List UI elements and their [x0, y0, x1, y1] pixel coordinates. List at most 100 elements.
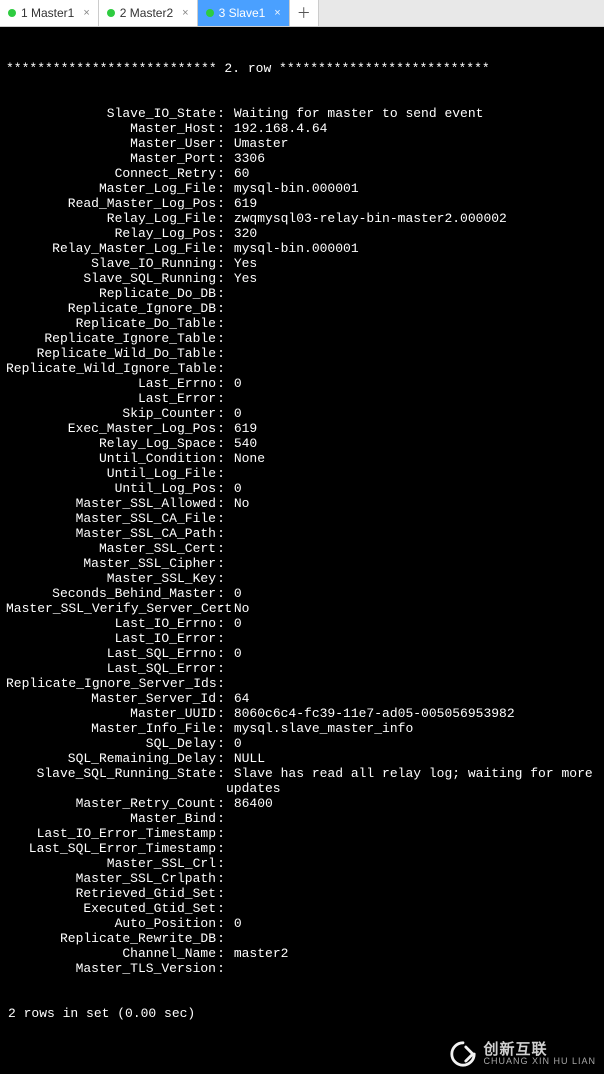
status-value — [226, 301, 598, 316]
status-value: zwqmysql03-relay-bin-master2.000002 — [226, 211, 598, 226]
status-label: Master_Info_File — [6, 721, 216, 736]
status-value: 0 — [226, 376, 598, 391]
watermark-sub: CHUANG XIN HU LIAN — [483, 1057, 596, 1066]
status-label: Master_SSL_Allowed — [6, 496, 216, 511]
status-label: Last_SQL_Errno — [6, 646, 216, 661]
colon-separator: : — [216, 856, 226, 871]
colon-separator: : — [216, 646, 226, 661]
status-label: Master_SSL_Crl — [6, 856, 216, 871]
status-value — [226, 661, 598, 676]
status-row: Master_Host: 192.168.4.64 — [6, 121, 598, 136]
colon-separator: : — [216, 961, 226, 976]
status-value: master2 — [226, 946, 598, 961]
status-value — [226, 901, 598, 916]
status-label: Master_Retry_Count — [6, 796, 216, 811]
colon-separator: : — [216, 406, 226, 421]
status-row: Replicate_Ignore_DB: — [6, 301, 598, 316]
status-dot-icon — [206, 9, 214, 17]
status-label: Seconds_Behind_Master — [6, 586, 216, 601]
colon-separator: : — [216, 526, 226, 541]
status-label: Master_Bind — [6, 811, 216, 826]
status-value — [226, 391, 598, 406]
status-label: Auto_Position — [6, 916, 216, 931]
status-label: Last_SQL_Error_Timestamp — [6, 841, 216, 856]
close-icon[interactable]: × — [274, 7, 280, 19]
new-tab-button[interactable]: ＋ — [290, 0, 319, 26]
colon-separator: : — [216, 676, 226, 691]
status-row: Read_Master_Log_Pos: 619 — [6, 196, 598, 211]
status-row: Slave_IO_State: Waiting for master to se… — [6, 106, 598, 121]
status-row: Master_Log_File: mysql-bin.000001 — [6, 181, 598, 196]
status-row: Slave_IO_Running: Yes — [6, 256, 598, 271]
watermark: 创新互联 CHUANG XIN HU LIAN — [449, 1040, 596, 1068]
status-row: Master_SSL_Verify_Server_Cert: No — [6, 601, 598, 616]
status-value — [226, 316, 598, 331]
status-value: 619 — [226, 196, 598, 211]
status-value: 0 — [226, 481, 598, 496]
status-row: Replicate_Do_DB: — [6, 286, 598, 301]
colon-separator: : — [216, 841, 226, 856]
status-row: Master_Port: 3306 — [6, 151, 598, 166]
status-label: Last_Errno — [6, 376, 216, 391]
tab-master1[interactable]: 1 Master1 × — [0, 0, 99, 26]
status-value — [226, 811, 598, 826]
colon-separator: : — [216, 751, 226, 766]
status-value — [226, 871, 598, 886]
status-value: 0 — [226, 916, 598, 931]
colon-separator: : — [216, 151, 226, 166]
status-label: Replicate_Do_DB — [6, 286, 216, 301]
status-row: Master_SSL_CA_File: — [6, 511, 598, 526]
tab-slave1[interactable]: 3 Slave1 × — [198, 0, 290, 26]
close-icon[interactable]: × — [182, 7, 188, 19]
colon-separator: : — [216, 466, 226, 481]
colon-separator: : — [216, 571, 226, 586]
status-label: Master_Server_Id — [6, 691, 216, 706]
status-value — [226, 466, 598, 481]
status-row: Until_Log_File: — [6, 466, 598, 481]
status-row: Last_IO_Errno: 0 — [6, 616, 598, 631]
status-label: Replicate_Ignore_DB — [6, 301, 216, 316]
status-row: Relay_Log_Space: 540 — [6, 436, 598, 451]
status-value: Yes — [226, 256, 598, 271]
status-label: Until_Log_File — [6, 466, 216, 481]
colon-separator: : — [216, 391, 226, 406]
close-icon[interactable]: × — [83, 7, 89, 19]
status-label: Master_Log_File — [6, 181, 216, 196]
status-value: 0 — [226, 406, 598, 421]
status-row: SQL_Remaining_Delay: NULL — [6, 751, 598, 766]
status-row: Master_User: Umaster — [6, 136, 598, 151]
colon-separator: : — [216, 826, 226, 841]
tab-master2[interactable]: 2 Master2 × — [99, 0, 198, 26]
status-row: Master_SSL_Cert: — [6, 541, 598, 556]
status-label: SQL_Delay — [6, 736, 216, 751]
status-value: 8060c6c4-fc39-11e7-ad05-005056953982 — [226, 706, 598, 721]
status-label: Executed_Gtid_Set — [6, 901, 216, 916]
status-label: Master_Port — [6, 151, 216, 166]
colon-separator: : — [216, 556, 226, 571]
status-value — [226, 526, 598, 541]
status-value: 192.168.4.64 — [226, 121, 598, 136]
status-value: 619 — [226, 421, 598, 436]
watermark-main: 创新互联 — [483, 1042, 596, 1057]
colon-separator: : — [216, 871, 226, 886]
status-value — [226, 331, 598, 346]
status-value — [226, 826, 598, 841]
colon-separator: : — [216, 916, 226, 931]
colon-separator: : — [216, 946, 226, 961]
status-row: Master_SSL_Cipher: — [6, 556, 598, 571]
status-row: SQL_Delay: 0 — [6, 736, 598, 751]
status-value: No — [226, 601, 598, 616]
colon-separator: : — [216, 481, 226, 496]
status-value — [226, 841, 598, 856]
colon-separator: : — [216, 226, 226, 241]
status-row: Executed_Gtid_Set: — [6, 901, 598, 916]
status-row: Relay_Log_Pos: 320 — [6, 226, 598, 241]
status-row: Until_Log_Pos: 0 — [6, 481, 598, 496]
status-value: 0 — [226, 646, 598, 661]
status-value: mysql-bin.000001 — [226, 241, 598, 256]
colon-separator: : — [216, 211, 226, 226]
status-row: Seconds_Behind_Master: 0 — [6, 586, 598, 601]
status-value: Yes — [226, 271, 598, 286]
colon-separator: : — [216, 766, 226, 796]
status-row: Master_Info_File: mysql.slave_master_inf… — [6, 721, 598, 736]
